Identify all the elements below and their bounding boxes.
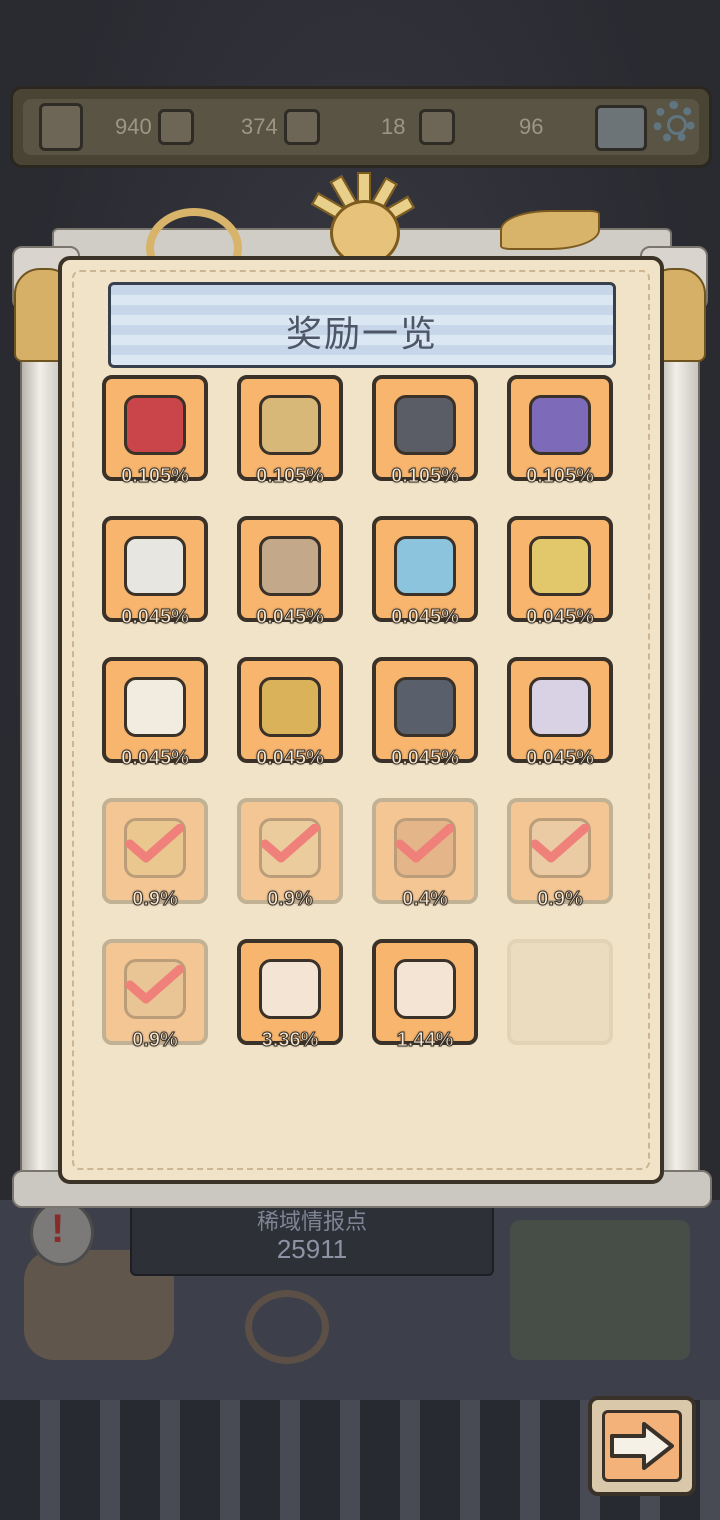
- reward-cell[interactable]: 0.045%: [237, 657, 343, 770]
- reward-rate: 0.045%: [256, 606, 325, 629]
- reward-cell[interactable]: 0.045%: [372, 657, 478, 770]
- reward-cell[interactable]: 0.045%: [102, 657, 208, 770]
- puzzle-piece-icon: [259, 959, 321, 1019]
- resource-bandage: 18: [381, 109, 456, 145]
- crystal-pendant-icon: [259, 536, 321, 596]
- reward-rate: 0.045%: [121, 606, 190, 629]
- reward-cell[interactable]: 3.36%: [237, 939, 343, 1052]
- background-magnifier: [245, 1290, 329, 1364]
- reward-cell[interactable]: 0.105%: [102, 375, 208, 488]
- resource-bar: 940 374 18 96: [10, 86, 712, 168]
- perfume-bottle-icon: [124, 536, 186, 596]
- reward-rate: 0.105%: [256, 465, 325, 488]
- purple-boots-icon: [529, 395, 591, 455]
- reward-cell[interactable]: 0.105%: [237, 375, 343, 488]
- crystal-icon: [157, 109, 194, 145]
- reward-panel: 奖励一览 0.105%0.105%0.105%0.105%0.105%0.105…: [58, 256, 664, 1184]
- reward-cell[interactable]: 0.045%: [507, 516, 613, 629]
- background-planter: [510, 1220, 690, 1360]
- checkmark-icon: [126, 824, 184, 863]
- reward-rate: 0.045%: [256, 747, 325, 770]
- reward-rate: 0.105%: [391, 465, 460, 488]
- reward-rate: 0.045%: [526, 606, 595, 629]
- resource-crystal-value: 940: [115, 114, 152, 139]
- reward-rate: 0.105%: [121, 465, 190, 488]
- reward-tile: [507, 939, 613, 1045]
- reward-cell[interactable]: 0.045%: [372, 516, 478, 629]
- leaf-ornament: [500, 210, 600, 250]
- resource-scroll: 96: [519, 111, 543, 143]
- golden-boots-icon: [259, 395, 321, 455]
- mail-icon[interactable]: [595, 105, 647, 151]
- reward-rate: 0.9%: [132, 888, 179, 911]
- letter-scroll-icon: [124, 677, 186, 737]
- checkmark-icon: [531, 824, 589, 863]
- reward-rate: 0.9%: [267, 888, 314, 911]
- resource-feather: 374: [241, 109, 320, 145]
- checkmark-icon: [261, 824, 319, 863]
- reward-rate: 0.045%: [121, 747, 190, 770]
- pearl-bag-icon: [394, 536, 456, 596]
- reward-cell[interactable]: 0.045%: [507, 657, 613, 770]
- page-title: 奖励一览: [285, 313, 438, 354]
- reward-cell[interactable]: 0.105%: [507, 375, 613, 488]
- plush-doll-icon: [529, 677, 591, 737]
- gear-icon[interactable]: [653, 101, 695, 143]
- reward-rate: 1.44%: [396, 1029, 454, 1052]
- feather-icon: [283, 109, 320, 145]
- reward-cell[interactable]: 0.9%: [237, 798, 343, 911]
- reward-rate: 0.4%: [402, 888, 449, 911]
- dark-boots-icon: [394, 395, 456, 455]
- reward-cell[interactable]: 0.9%: [507, 798, 613, 911]
- sun-emblem-icon: [300, 172, 424, 266]
- bandage-icon: [419, 109, 456, 145]
- reward-rate: 0.045%: [526, 747, 595, 770]
- reward-rate: 0.9%: [537, 888, 584, 911]
- checkmark-icon: [396, 824, 454, 863]
- reward-cell[interactable]: 0.9%: [102, 939, 208, 1052]
- puzzle-piece-icon: [394, 959, 456, 1019]
- reward-cell[interactable]: 0.045%: [102, 516, 208, 629]
- red-heels-icon: [124, 395, 186, 455]
- reward-cell[interactable]: 1.44%: [372, 939, 478, 1052]
- reward-rate: 0.9%: [132, 1029, 179, 1052]
- checkmark-icon: [126, 965, 184, 1004]
- reward-cell[interactable]: 0.4%: [372, 798, 478, 911]
- resource-scroll-value: 96: [519, 114, 544, 139]
- gold-medallion-icon: [259, 677, 321, 737]
- binoculars-icon: [394, 677, 456, 737]
- resource-crystal: 940: [115, 109, 194, 145]
- resource-feather-value: 374: [241, 114, 278, 139]
- reward-rate: 0.105%: [526, 465, 595, 488]
- resource-bandage-value: 18: [381, 114, 406, 139]
- arrow-right-icon: [610, 1422, 674, 1470]
- reward-cell[interactable]: 0.045%: [237, 516, 343, 629]
- reward-grid-scroll[interactable]: 0.105%0.105%0.105%0.105%0.105%0.105%0.10…: [62, 370, 668, 1150]
- next-button[interactable]: [588, 1396, 696, 1496]
- map-icon[interactable]: [39, 103, 83, 151]
- reward-rate: 0.045%: [391, 606, 460, 629]
- intel-points-value: 25911: [276, 1234, 348, 1264]
- reward-rate: 3.36%: [261, 1029, 319, 1052]
- reward-rate: 0.045%: [391, 747, 460, 770]
- reward-cell[interactable]: 0.9%: [102, 798, 208, 911]
- empty-reward-slot: [507, 939, 613, 1045]
- reward-cell[interactable]: 0.105%: [372, 375, 478, 488]
- flower-basket-icon: [529, 536, 591, 596]
- title-bar: 奖励一览: [108, 282, 616, 368]
